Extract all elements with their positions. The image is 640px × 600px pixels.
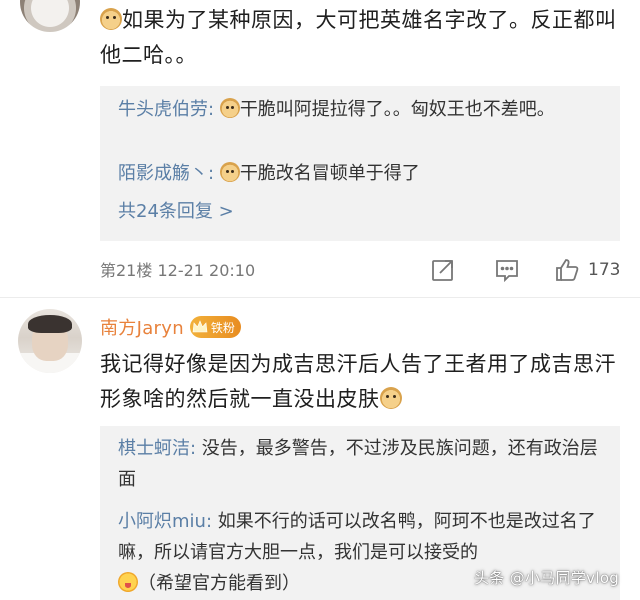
reply-item[interactable]: 陌影成觞丶: 干脆改名冒顿单于得了 <box>118 158 604 189</box>
comment-button[interactable] <box>494 255 520 285</box>
author-line: 南方Jaryn 铁粉 <box>100 314 241 340</box>
more-replies-link[interactable]: 共24条回复 > <box>118 197 234 227</box>
weibo-comment-page: 如果为了某种原因，大可把英雄名字改了。反正都叫他二哈。。 牛头虎伯劳: 干脆叫阿… <box>0 0 640 600</box>
comment-icon <box>496 260 518 283</box>
watermark: 头条 @小马同学vlog <box>474 569 620 587</box>
tongue-emoji-icon <box>118 572 138 592</box>
avatar[interactable] <box>18 309 82 373</box>
like-button[interactable]: 173 <box>554 255 620 285</box>
avatar[interactable] <box>20 0 80 32</box>
doge-emoji-icon <box>219 162 240 182</box>
reply-text-cont: （希望官方能看到） <box>138 573 300 594</box>
reply-text: 干脆叫阿提拉得了。。匈奴王也不差吧。 <box>239 99 555 120</box>
crown-icon <box>192 320 208 333</box>
reply-author[interactable]: 棋士蚵洁: <box>118 438 196 459</box>
doge-emoji-icon <box>379 387 402 409</box>
reply-item[interactable]: 棋士蚵洁: 没告，最多警告，不过涉及民族问题，还有政治层面 <box>118 433 608 495</box>
reply-item[interactable]: 牛头虎伯劳: 干脆叫阿提拉得了。。匈奴王也不差吧。 <box>118 94 604 125</box>
reply-box: 牛头虎伯劳: 干脆叫阿提拉得了。。匈奴王也不差吧。 陌影成觞丶: 干脆改名冒顿单… <box>100 86 620 241</box>
comment-text: 如果为了某种原因，大可把英雄名字改了。反正都叫他二哈。。 <box>100 3 620 73</box>
divider <box>0 297 640 298</box>
comment-meta: 第21楼 12-21 20:10 <box>100 259 255 283</box>
share-icon <box>432 260 453 281</box>
doge-emoji-icon <box>100 8 122 30</box>
floor-number: 第21楼 <box>100 261 153 280</box>
reply-author[interactable]: 牛头虎伯劳: <box>118 99 214 120</box>
badge-label: 铁粉 <box>210 320 235 335</box>
like-count: 173 <box>588 260 621 280</box>
doge-emoji-icon <box>219 98 240 118</box>
comment-body: 我记得好像是因为成吉思汗后人告了王者用了成吉思汗形象啥的然后就一直没出皮肤 <box>100 352 616 411</box>
like-icon <box>556 259 579 281</box>
comment-text: 我记得好像是因为成吉思汗后人告了王者用了成吉思汗形象啥的然后就一直没出皮肤 <box>100 347 620 417</box>
reply-author[interactable]: 小阿炽miu: <box>118 511 212 532</box>
fan-badge[interactable]: 铁粉 <box>189 316 241 338</box>
comment-body: 如果为了某种原因，大可把英雄名字改了。反正都叫他二哈。。 <box>100 8 617 67</box>
timestamp: 12-21 20:10 <box>157 261 256 280</box>
reply-author[interactable]: 陌影成觞丶: <box>118 163 214 184</box>
share-button[interactable] <box>430 255 456 285</box>
reply-text: 干脆改名冒顿单于得了 <box>239 163 420 184</box>
username[interactable]: 南方Jaryn <box>100 314 184 340</box>
